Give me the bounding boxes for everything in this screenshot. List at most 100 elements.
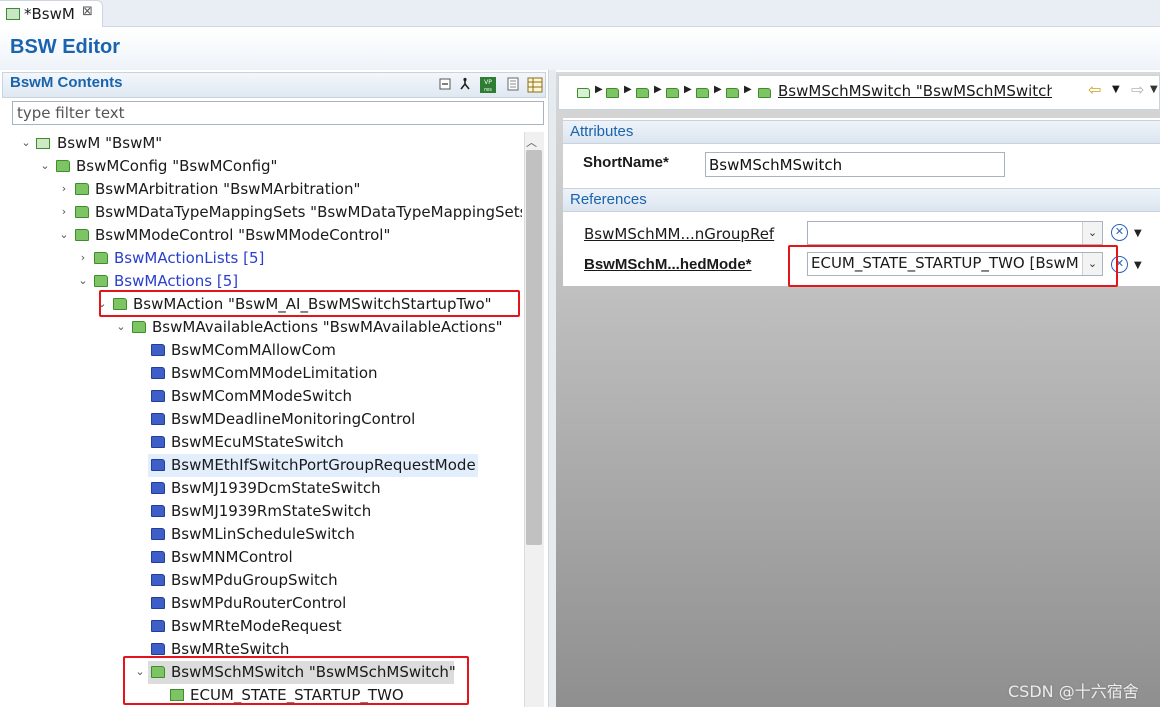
tree-item-label: BswMJ1939DcmStateSwitch: [171, 479, 381, 497]
container-icon: [151, 367, 165, 379]
document-icon[interactable]: [505, 77, 521, 93]
container-icon: [151, 597, 165, 609]
folder-icon: [75, 229, 89, 241]
chevron-down-icon[interactable]: ⌄: [20, 132, 32, 154]
variant-filter-icon[interactable]: VP res: [480, 77, 496, 93]
group-ref-label[interactable]: BswMSchMM...nGroupRef: [584, 225, 774, 243]
folder-icon: [75, 183, 89, 195]
chevron-down-icon[interactable]: ⌄: [115, 316, 127, 338]
folder-icon: [132, 321, 146, 333]
attributes-section-title: Attributes: [570, 123, 634, 140]
tree-item[interactable]: BswMEcuMStateSwitch: [2, 431, 522, 454]
breadcrumb-folder-icon[interactable]: [636, 88, 649, 98]
tree-item-label: BswMActions [5]: [114, 272, 239, 290]
tree-item[interactable]: BswMPduGroupSwitch: [2, 569, 522, 592]
container-icon: [151, 574, 165, 586]
tree-item[interactable]: BswMRteModeRequest: [2, 615, 522, 638]
chevron-right-icon[interactable]: ›: [77, 247, 89, 269]
tree-item[interactable]: BswMJ1939DcmStateSwitch: [2, 477, 522, 500]
contents-panel-title: BswM Contents: [10, 74, 123, 91]
tree-item[interactable]: ⌄ BswMConfig "BswMConfig": [2, 155, 522, 178]
svg-text:VP: VP: [484, 79, 492, 86]
shortname-input[interactable]: [705, 152, 1005, 177]
tree-item-label: BswMDeadlineMonitoringControl: [171, 410, 416, 428]
table-view-icon[interactable]: [527, 77, 543, 93]
back-history-dropdown-icon[interactable]: ▼: [1112, 84, 1120, 95]
container-icon: [151, 459, 165, 471]
collapse-all-icon[interactable]: [437, 77, 453, 93]
breadcrumb-separator-icon[interactable]: ▶: [684, 84, 692, 95]
clear-reference-icon[interactable]: ✕: [1111, 224, 1128, 241]
chevron-down-icon[interactable]: ⌄: [58, 224, 70, 246]
tree-item[interactable]: BswMNMControl: [2, 546, 522, 569]
tree-item[interactable]: BswMLinScheduleSwitch: [2, 523, 522, 546]
filter-input[interactable]: [12, 101, 544, 125]
tree-item[interactable]: › BswMActionLists [5]: [2, 247, 522, 270]
module-icon: [36, 138, 50, 149]
chevron-right-icon[interactable]: ›: [58, 178, 70, 200]
editor-title-bar: [0, 28, 1160, 70]
tree-item[interactable]: BswMPduRouterControl: [2, 592, 522, 615]
tree-item-label: BswMComMModeLimitation: [171, 364, 378, 382]
tree-item[interactable]: BswMDeadlineMonitoringControl: [2, 408, 522, 431]
breadcrumb-folder-icon[interactable]: [726, 88, 739, 98]
folder-icon: [94, 275, 108, 287]
breadcrumb-root-icon[interactable]: [577, 88, 590, 98]
forward-arrow-icon[interactable]: ⇨: [1131, 80, 1144, 99]
breadcrumb-separator-icon[interactable]: ▶: [624, 84, 632, 95]
container-icon: [151, 413, 165, 425]
tree-item[interactable]: BswMEthIfSwitchPortGroupRequestMode: [2, 454, 522, 477]
chevron-down-icon[interactable]: ⌄: [77, 270, 89, 292]
tree-item-label: BswMNMControl: [171, 548, 293, 566]
svg-text:res: res: [484, 87, 492, 93]
close-tab-icon[interactable]: ⊠: [82, 4, 93, 19]
breadcrumb-separator-icon[interactable]: ▶: [654, 84, 662, 95]
container-icon: [151, 482, 165, 494]
switched-mode-label[interactable]: BswMSchM...hedMode*: [584, 256, 752, 273]
tree-item[interactable]: ⌄ BswM "BswM": [2, 132, 522, 155]
breadcrumb-separator-icon[interactable]: ▶: [744, 84, 752, 95]
breadcrumb-folder-icon[interactable]: [666, 88, 679, 98]
chevron-right-icon[interactable]: ›: [58, 201, 70, 223]
breadcrumb-current-icon[interactable]: [758, 88, 771, 98]
tree-item-label: BswMPduGroupSwitch: [171, 571, 338, 589]
tree-item[interactable]: BswMComMModeLimitation: [2, 362, 522, 385]
tree-item-label: BswMActionLists [5]: [114, 249, 265, 267]
breadcrumb-folder-icon[interactable]: [606, 88, 619, 98]
tree-item[interactable]: › BswMArbitration "BswMArbitration": [2, 178, 522, 201]
chevron-down-icon[interactable]: ⌄: [39, 155, 51, 177]
contents-tree: ⌄ BswM "BswM" ⌄ BswMConfig "BswMConfig" › Bsw…: [2, 132, 522, 707]
attributes-section-header: [563, 120, 1160, 144]
tree-item-label: BswMJ1939RmStateSwitch: [171, 502, 372, 520]
breadcrumb-folder-icon[interactable]: [696, 88, 709, 98]
tree-item[interactable]: BswMJ1939RmStateSwitch: [2, 500, 522, 523]
reference-menu-dropdown-icon[interactable]: ▼: [1134, 228, 1142, 239]
container-icon: [151, 505, 165, 517]
folder-icon: [75, 206, 89, 218]
breadcrumb-separator-icon[interactable]: ▶: [714, 84, 722, 95]
tree-item[interactable]: › BswMDataTypeMappingSets "BswMDataTypeMa…: [2, 201, 522, 224]
editor-tab-strip: [0, 0, 1160, 27]
link-with-editor-icon[interactable]: [457, 77, 473, 93]
breadcrumb-separator-icon[interactable]: ▶: [595, 84, 603, 95]
watermark: CSDN @十六宿舍: [1008, 682, 1139, 701]
annotation-box-action: [99, 290, 520, 317]
group-ref-combo[interactable]: ⌄: [807, 221, 1103, 245]
tree-item[interactable]: ⌄ BswMAvailableActions "BswMAvailableActi…: [2, 316, 522, 339]
editor-tab-bswm[interactable]: *BswM ⊠: [0, 0, 103, 27]
breadcrumb-current-item[interactable]: BswMSchMSwitch "BswMSchMSwitch": [778, 82, 1052, 100]
tree-item[interactable]: BswMComMModeSwitch: [2, 385, 522, 408]
scroll-up-icon[interactable]: ︿: [526, 134, 537, 150]
container-icon: [151, 390, 165, 402]
tree-item[interactable]: BswMComMAllowCom: [2, 339, 522, 362]
tree-item-label: BswMDataTypeMappingSets "BswMDataTypeMap…: [95, 203, 522, 221]
forward-history-dropdown-icon[interactable]: ▼: [1150, 84, 1158, 95]
module-file-icon: [6, 8, 20, 20]
reference-menu-dropdown-icon[interactable]: ▼: [1134, 260, 1142, 271]
tree-scrollbar-thumb[interactable]: [526, 150, 542, 545]
chevron-down-icon[interactable]: ⌄: [1082, 222, 1102, 244]
panel-splitter[interactable]: [548, 70, 556, 707]
container-icon: [151, 344, 165, 356]
back-arrow-icon[interactable]: ⇦: [1088, 80, 1101, 99]
tree-item[interactable]: ⌄ BswMModeControl "BswMModeControl": [2, 224, 522, 247]
